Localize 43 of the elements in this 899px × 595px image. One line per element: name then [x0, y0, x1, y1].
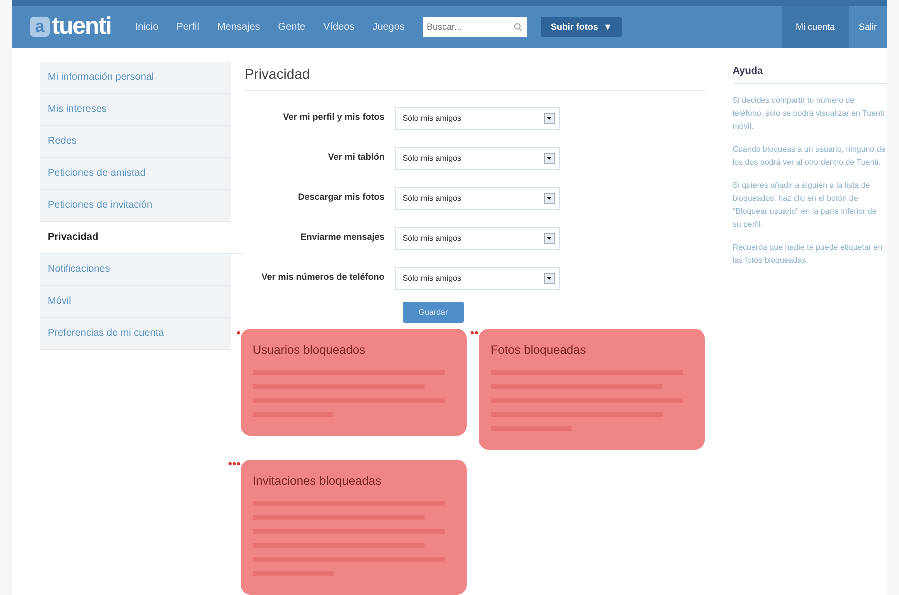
setting-label: Ver mi tablón [327, 151, 385, 164]
privacy-dropdown[interactable]: Sólo mis amigos [394, 267, 560, 290]
setting-label: Ver mi perfil y mis fotos [282, 111, 385, 124]
account-link[interactable]: Salir [848, 6, 887, 48]
nav-link[interactable]: Vídeos [324, 22, 355, 32]
sidebar-item[interactable]: Redes [40, 126, 231, 158]
nav-link[interactable]: Inicio [135, 22, 159, 32]
sidebar-item[interactable]: Mi información personal [40, 62, 231, 94]
nav-link[interactable]: Mensajes [217, 22, 260, 32]
sidebar-item[interactable]: Notificaciones [40, 254, 231, 286]
sidebar-item[interactable]: Preferencias de mi cuenta [40, 318, 231, 350]
help-text: Si quieres añadir a alguien a la lista de bloqueados, haz clic en el botón de "Bloquear usuario" en la parte inferior de su perfil. [732, 180, 878, 231]
help-text: Cuando bloqueas a un usuario, ninguno de los dos podrá ver al otro dentro de Tuenti. [732, 144, 887, 169]
upload-button[interactable]: Subir fotos ▼ [540, 17, 622, 37]
marker-dots: •• [470, 329, 479, 337]
help-text: Recuerda que nadie te puede etiquetar en las fotos bloqueadas. [732, 242, 884, 267]
card-title: Fotos bloqueadas [490, 343, 588, 357]
privacy-dropdown[interactable]: Sólo mis amigos [394, 227, 560, 250]
nav-link[interactable]: Juegos [372, 22, 405, 32]
sidebar-item[interactable]: Mis intereses [40, 94, 231, 126]
marker-dots: • [236, 329, 241, 337]
setting-label: Ver mis números de teléfono [260, 271, 385, 284]
sidebar-item[interactable]: Peticiones de amistad [40, 158, 231, 190]
account-link[interactable]: Mi cuenta [782, 6, 849, 48]
logo[interactable]: tuenti [52, 13, 112, 41]
nav-link[interactable]: Gente [278, 22, 306, 32]
save-button[interactable]: Guardar [402, 302, 464, 323]
setting-label: Enviarme mensajes [300, 231, 385, 244]
logo-mark[interactable]: a [30, 17, 50, 37]
sidebar-item[interactable]: Móvil [40, 286, 231, 318]
setting-label: Descargar mis fotos [297, 191, 385, 204]
search-field[interactable]: Buscar... [422, 17, 527, 37]
marker-dots: ••• [228, 460, 241, 468]
nav-link[interactable]: Perfil [176, 22, 200, 32]
help-text: Si decides compartir tu número de teléfono, solo se podrá visualizar en Tuenti móvil. [732, 95, 886, 133]
section-title: Privacidad [244, 62, 705, 91]
sidebar-item[interactable]: Privacidad [40, 222, 243, 254]
card-title: Invitaciones bloqueadas [252, 474, 383, 488]
privacy-dropdown[interactable]: Sólo mis amigos [394, 147, 560, 170]
privacy-dropdown[interactable]: Sólo mis amigos [394, 187, 560, 210]
help-title: Ayuda [732, 62, 887, 84]
privacy-dropdown[interactable]: Sólo mis amigos [394, 107, 560, 130]
card-title: Usuarios bloqueados [252, 343, 367, 357]
